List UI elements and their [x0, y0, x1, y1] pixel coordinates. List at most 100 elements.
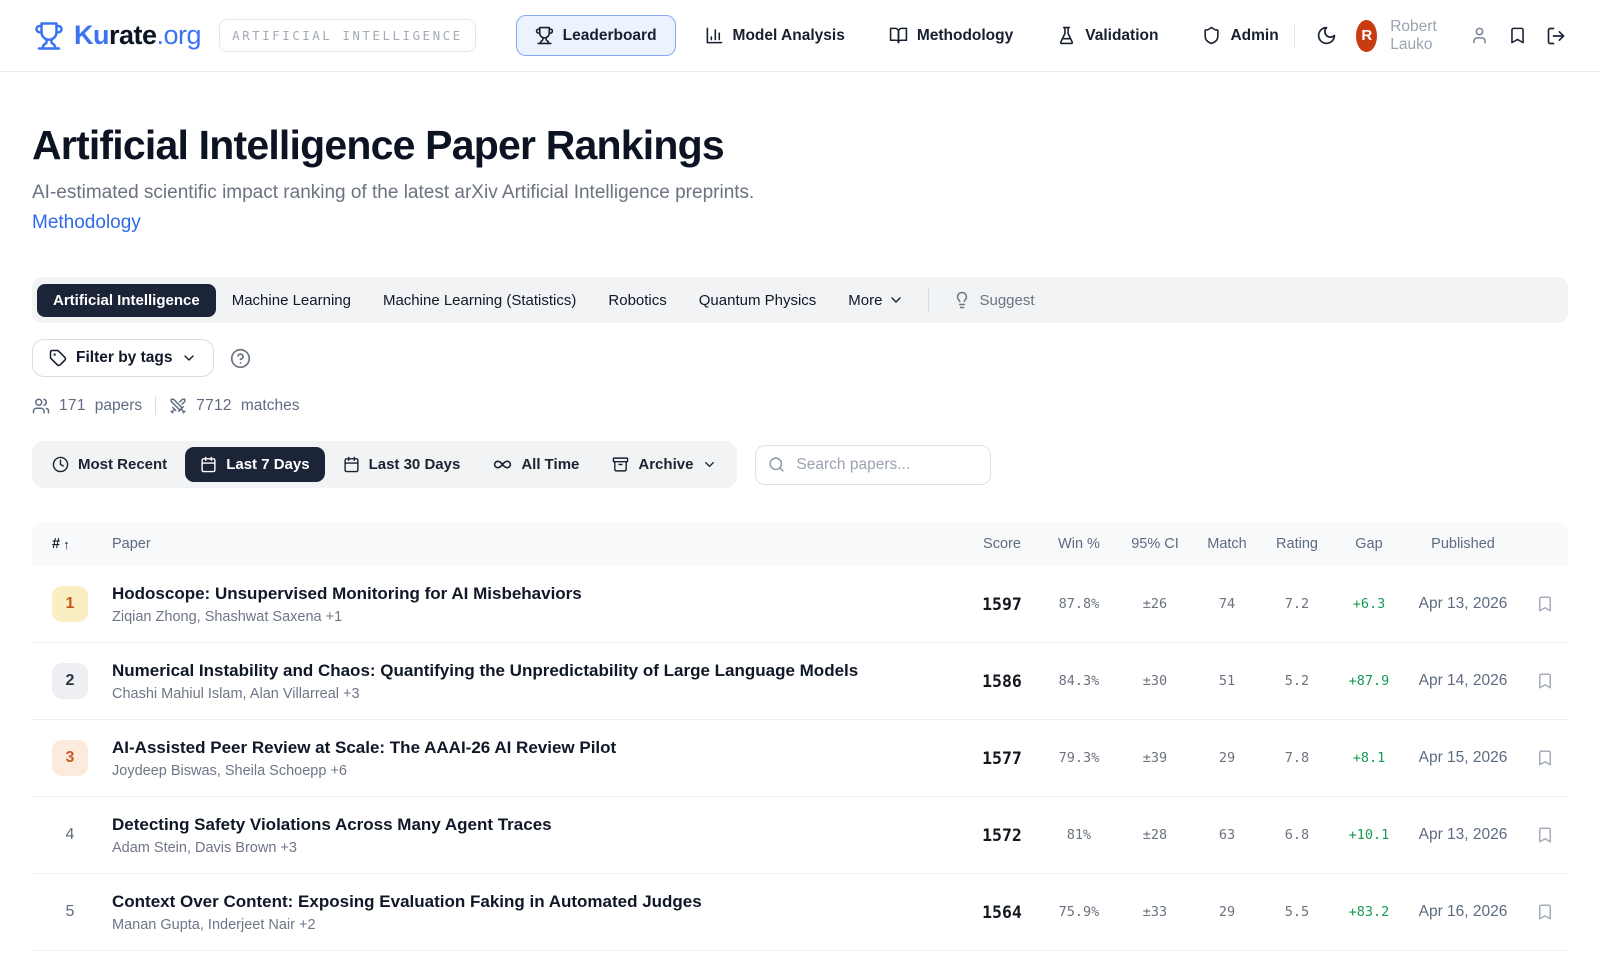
paper-title[interactable]: Detecting Safety Violations Across Many … — [112, 814, 962, 836]
papers-label: papers — [94, 397, 143, 415]
paper-authors: Joydeep Biswas, Sheila Schoepp +6 — [112, 763, 347, 780]
score-column-header: Score — [983, 536, 1021, 553]
archive-label: Archive — [638, 456, 694, 474]
tab-machine-learning-statistics[interactable]: Machine Learning (Statistics) — [367, 284, 592, 317]
filter-most-recent[interactable]: Most Recent — [37, 447, 182, 482]
rank-badge: 1 — [52, 586, 88, 623]
help-button[interactable] — [230, 348, 251, 369]
nav-validation[interactable]: Validation — [1042, 15, 1173, 56]
header-divider — [1293, 22, 1295, 49]
chevron-down-icon — [702, 457, 717, 472]
rank-column-header: # — [52, 536, 61, 553]
clock-icon — [52, 456, 69, 473]
profile-button[interactable] — [1470, 26, 1489, 45]
bookmark-paper-button[interactable] — [1522, 749, 1568, 767]
table-row[interactable]: 1 Hodoscope: Unsupervised Monitoring for… — [32, 566, 1568, 644]
flask-icon — [1057, 26, 1076, 45]
nav-methodology-label: Methodology — [916, 26, 1014, 44]
paper-title[interactable]: AI-Assisted Peer Review at Scale: The AA… — [112, 737, 962, 759]
page-title: Artificial Intelligence Paper Rankings — [32, 122, 725, 168]
brand-part-rate: rate — [109, 20, 157, 50]
nav-validation-label: Validation — [1085, 26, 1159, 44]
user-icon — [1470, 26, 1489, 45]
gap-value: +8.1 — [1352, 750, 1386, 767]
matches-stat: 7712 matches — [169, 397, 299, 415]
nav-admin[interactable]: Admin — [1187, 15, 1293, 56]
tab-more-label: More — [848, 291, 883, 309]
shield-icon — [1202, 26, 1221, 45]
crossed-swords-icon — [169, 397, 187, 415]
paper-column-header: Paper — [112, 536, 151, 553]
bookmark-paper-button[interactable] — [1522, 903, 1568, 921]
bookmarks-button[interactable] — [1508, 26, 1527, 45]
published-date: Apr 15, 2026 — [1418, 749, 1508, 767]
rank-badge: 3 — [52, 740, 88, 777]
lightbulb-icon — [953, 291, 971, 309]
rating-value: 5.5 — [1284, 904, 1310, 921]
brand-part-ku: Ku — [74, 20, 110, 50]
score-value: 1597 — [982, 594, 1022, 614]
table-row[interactable]: 3 AI-Assisted Peer Review at Scale: The … — [32, 720, 1568, 798]
matches-count: 7712 — [196, 397, 232, 415]
user-name: Robert Lauko — [1390, 17, 1437, 53]
rank-badge: 5 — [65, 903, 75, 921]
filter-last-7-days[interactable]: Last 7 Days — [185, 447, 325, 483]
search-input[interactable] — [755, 444, 992, 485]
bookmark-paper-button[interactable] — [1522, 826, 1568, 844]
stats-divider — [155, 397, 157, 416]
bookmark-paper-button[interactable] — [1522, 595, 1568, 613]
calendar-icon — [200, 456, 217, 473]
tab-artificial-intelligence[interactable]: Artificial Intelligence — [37, 283, 216, 317]
logout-icon — [1546, 26, 1566, 46]
trophy-icon — [535, 26, 554, 45]
confidence-interval-value: ±39 — [1142, 750, 1168, 767]
gap-value: +83.2 — [1348, 904, 1390, 921]
paper-authors: Chashi Mahiul Islam, Alan Villarreal +3 — [112, 686, 360, 703]
score-value: 1586 — [982, 671, 1022, 691]
trophy-logo-icon — [34, 21, 64, 51]
nav-leaderboard[interactable]: Leaderboard — [515, 15, 676, 56]
suggest-button[interactable]: Suggest — [943, 283, 1044, 317]
gap-value: +6.3 — [1352, 596, 1386, 613]
gap-column-header: Gap — [1355, 536, 1383, 553]
win-percent-value: 87.8% — [1058, 596, 1100, 613]
bookmark-paper-button[interactable] — [1522, 672, 1568, 690]
win-column-header: Win % — [1058, 536, 1100, 553]
tab-quantum-physics[interactable]: Quantum Physics — [683, 284, 833, 317]
tab-robotics[interactable]: Robotics — [592, 284, 682, 317]
paper-title[interactable]: Numerical Instability and Chaos: Quantif… — [112, 660, 962, 682]
all-time-label: All Time — [521, 456, 580, 474]
paper-title[interactable]: Hodoscope: Unsupervised Monitoring for A… — [112, 583, 962, 605]
filter-all-time[interactable]: All Time — [478, 446, 594, 483]
published-date: Apr 14, 2026 — [1418, 672, 1508, 690]
sort-by-rank-header[interactable]: # ↑ — [52, 536, 112, 552]
paper-title[interactable]: Context Over Content: Exposing Evaluatio… — [112, 891, 962, 913]
table-row[interactable]: 5 Context Over Content: Exposing Evaluat… — [32, 874, 1568, 952]
table-row[interactable]: 2 Numerical Instability and Chaos: Quant… — [32, 643, 1568, 721]
brand-logo[interactable]: Kurate.org — [34, 20, 202, 51]
bookmark-icon — [1536, 749, 1554, 767]
nav-methodology[interactable]: Methodology — [874, 15, 1028, 56]
score-value: 1572 — [982, 825, 1022, 845]
tab-more[interactable]: More — [832, 284, 920, 317]
filter-by-tags-button[interactable]: Filter by tags — [32, 339, 215, 378]
methodology-link[interactable]: Methodology — [32, 212, 141, 234]
match-count-value: 29 — [1218, 904, 1236, 921]
paper-authors: Adam Stein, Davis Brown +3 — [112, 840, 297, 857]
filter-archive[interactable]: Archive — [597, 447, 732, 482]
dark-mode-toggle[interactable] — [1316, 25, 1337, 46]
rating-value: 5.2 — [1284, 673, 1310, 690]
match-count-value: 74 — [1218, 596, 1236, 613]
filter-last-30-days[interactable]: Last 30 Days — [328, 447, 476, 482]
tabs-divider — [928, 288, 930, 313]
bookmark-icon — [1508, 26, 1527, 45]
nav-model-analysis[interactable]: Model Analysis — [690, 15, 860, 56]
logout-button[interactable] — [1546, 26, 1566, 46]
nav-model-analysis-label: Model Analysis — [732, 26, 845, 44]
chevron-down-icon — [888, 292, 904, 308]
match-count-value: 51 — [1218, 673, 1236, 690]
users-icon — [32, 397, 50, 415]
table-row[interactable]: 4 Detecting Safety Violations Across Man… — [32, 797, 1568, 875]
user-avatar[interactable]: R — [1356, 19, 1378, 52]
tab-machine-learning[interactable]: Machine Learning — [216, 284, 367, 317]
